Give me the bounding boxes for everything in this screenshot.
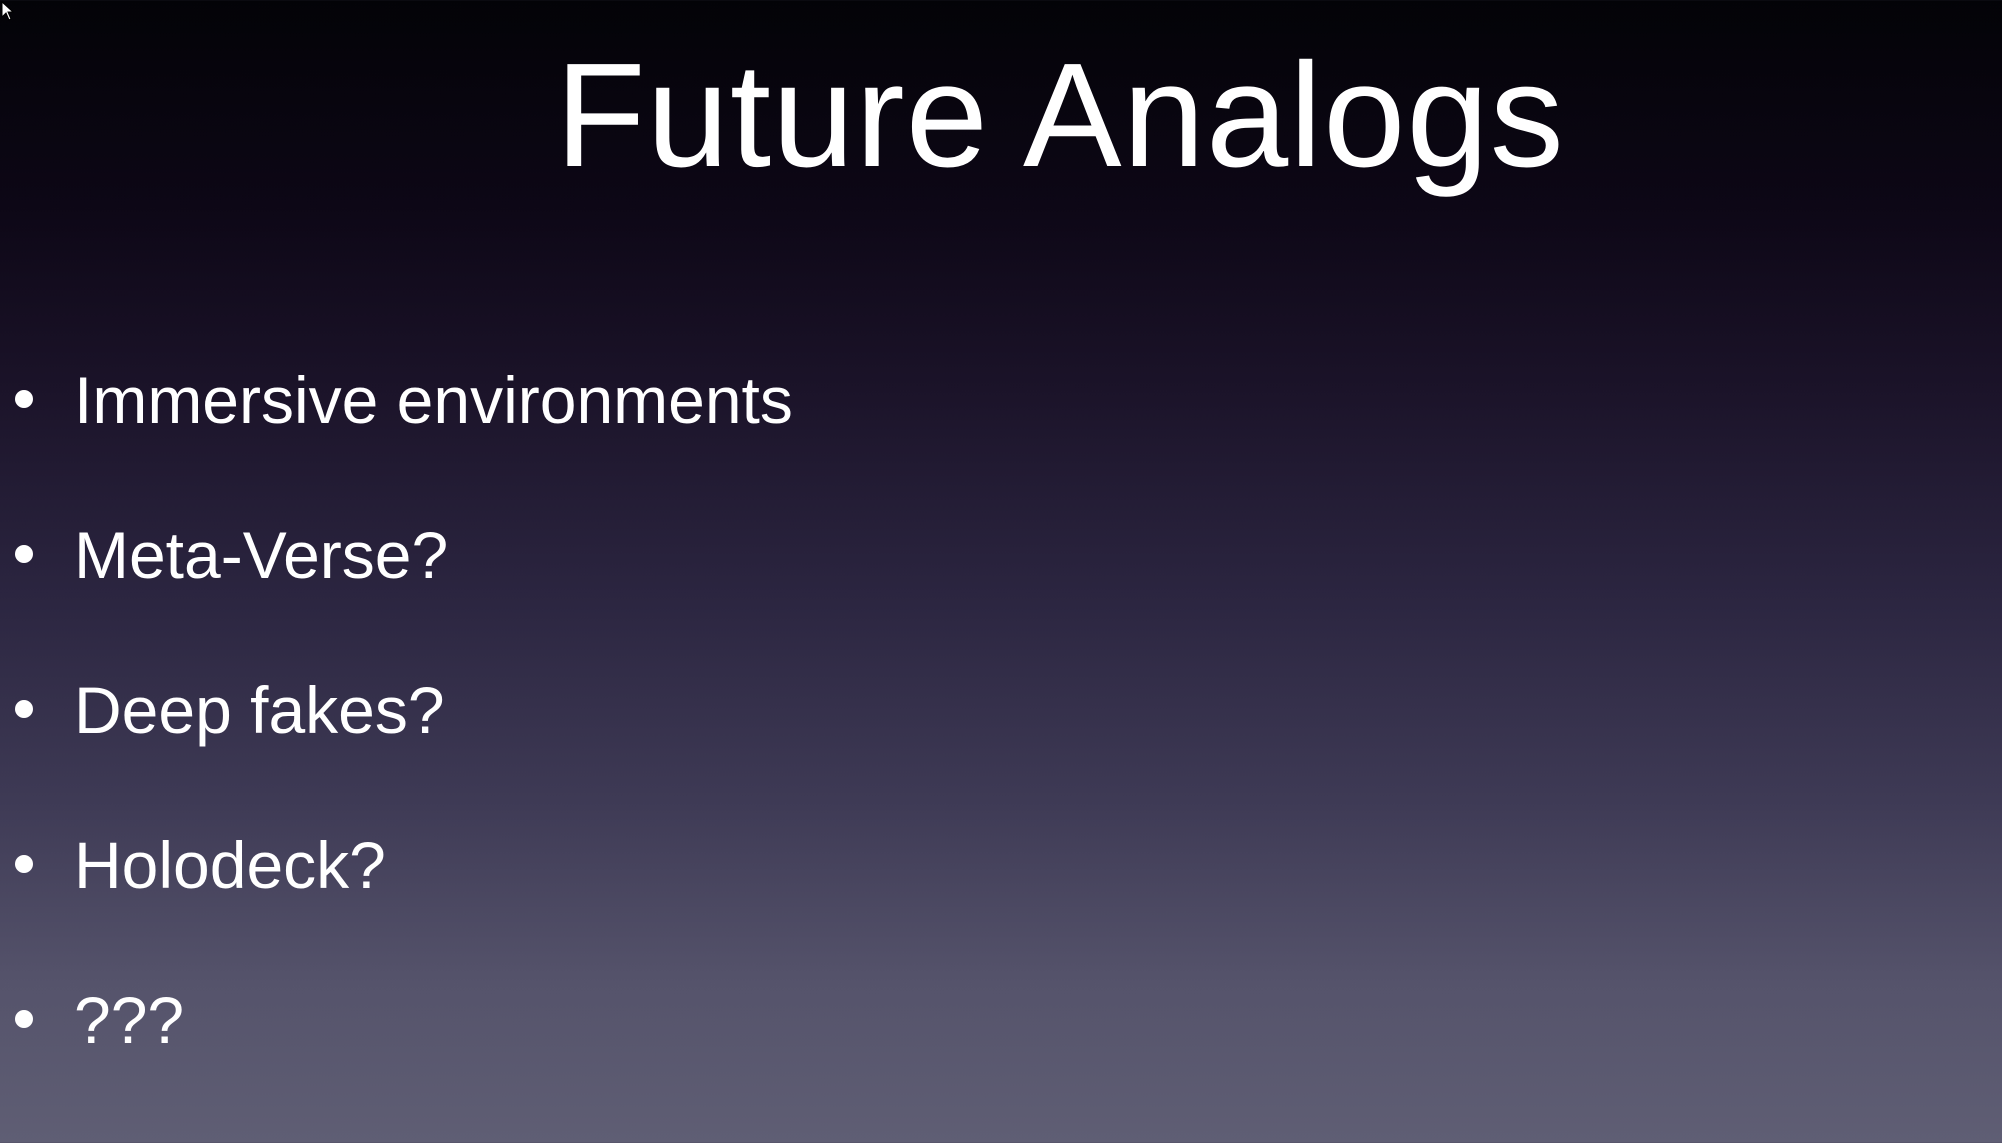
bullet-dot-icon [15,545,33,563]
mouse-pointer-icon [1,1,15,21]
bullet-dot-icon [15,855,33,873]
bullet-text: ??? [74,983,185,1057]
bullet-text: Immersive environments [74,363,793,437]
bullet-item: Holodeck? [0,810,793,965]
bullet-text: Holodeck? [74,828,386,902]
bullet-text: Meta-Verse? [74,518,449,592]
bullet-item: Meta-Verse? [0,500,793,655]
bullet-item: Immersive environments [0,345,793,500]
bullet-text: Deep fakes? [74,673,445,747]
bullet-list: Immersive environments Meta-Verse? Deep … [0,345,793,1120]
slide-title: Future Analogs [555,33,1565,198]
bullet-item: Deep fakes? [0,655,793,810]
bullet-dot-icon [15,390,33,408]
bullet-item: ??? [0,965,793,1120]
bullet-dot-icon [15,700,33,718]
bullet-dot-icon [15,1010,33,1028]
